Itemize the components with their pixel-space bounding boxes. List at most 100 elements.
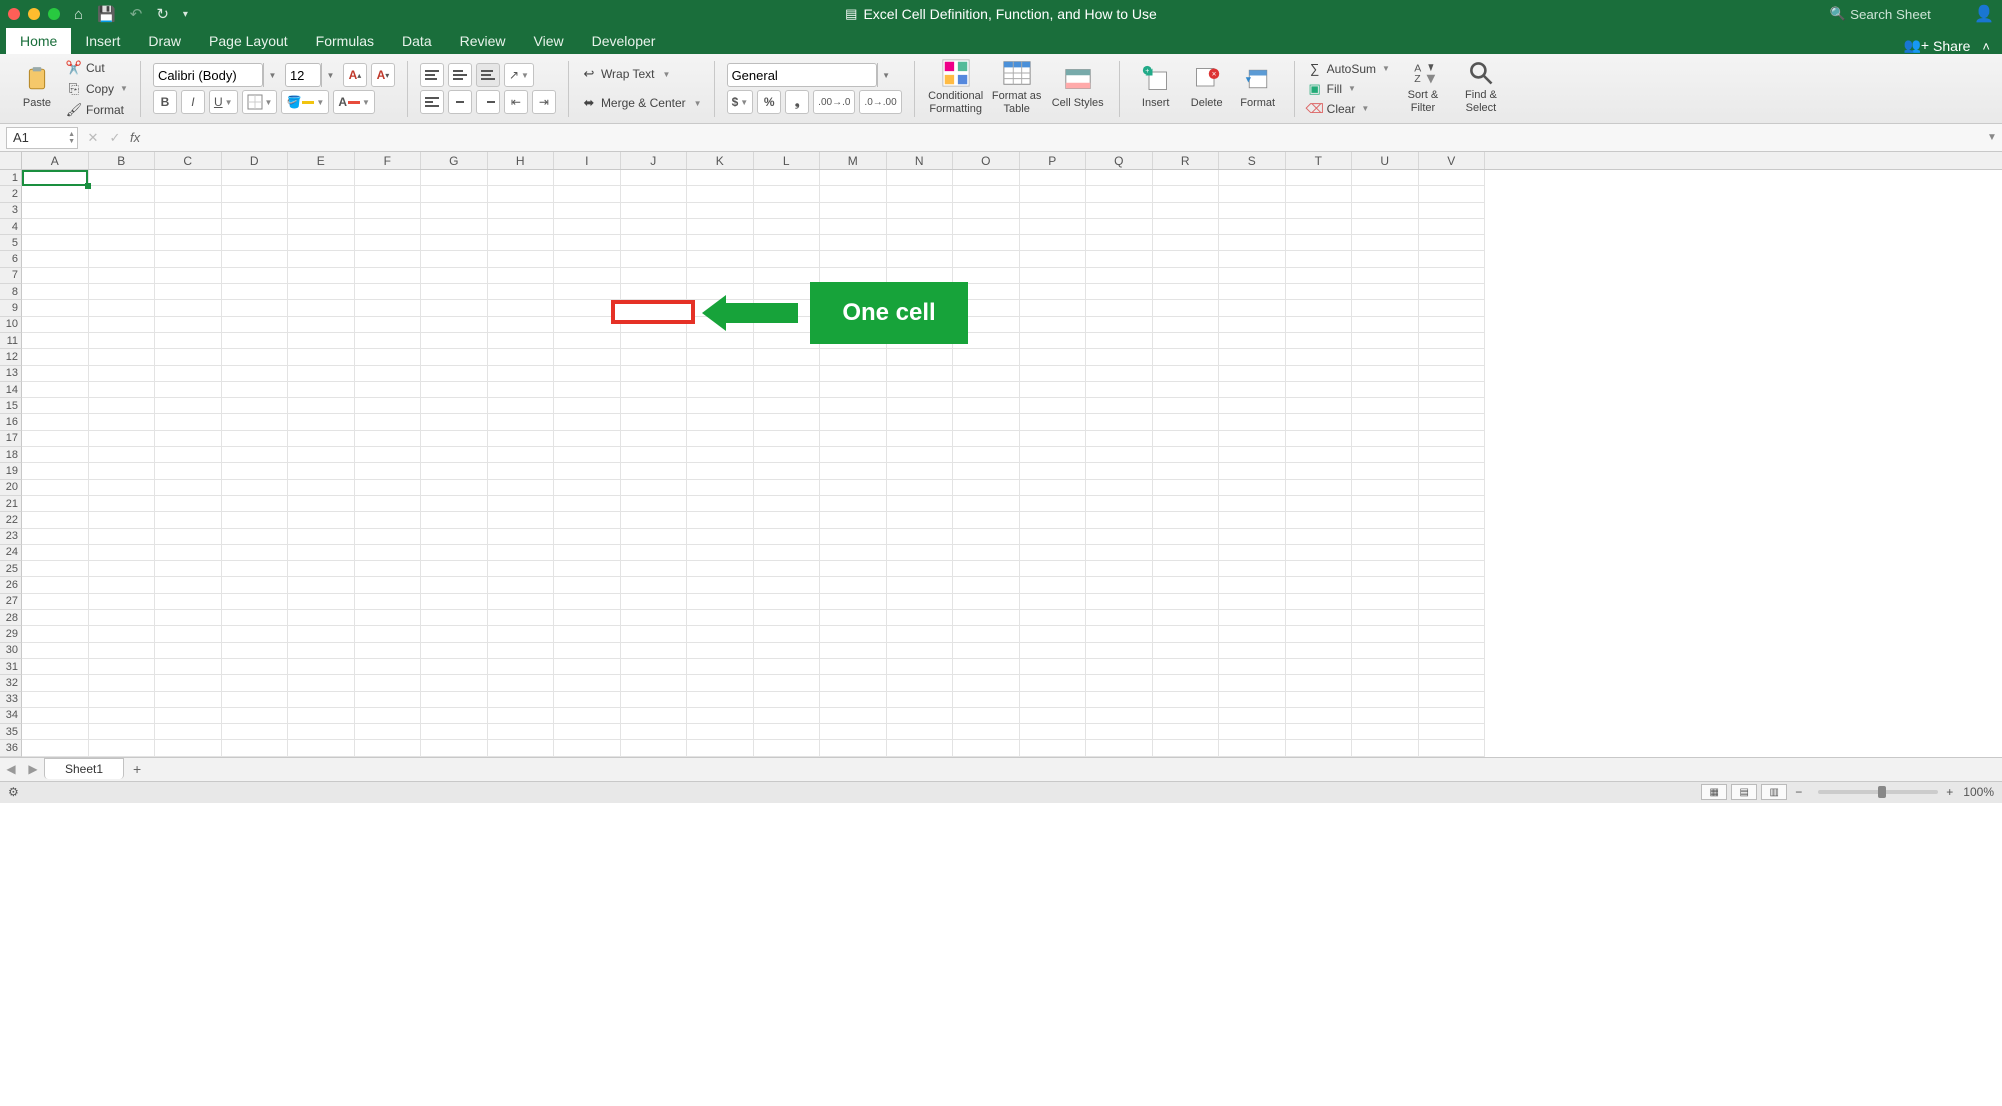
cell-styles-button[interactable]: Cell Styles [1049,59,1107,115]
cell[interactable] [953,561,1020,577]
cell[interactable] [421,643,488,659]
cell[interactable] [155,431,222,447]
cell[interactable] [820,235,887,251]
cell[interactable] [1286,692,1353,708]
cell[interactable] [1352,626,1419,642]
cell[interactable] [288,496,355,512]
cell[interactable] [155,398,222,414]
cell[interactable] [155,643,222,659]
cell[interactable] [288,235,355,251]
cell[interactable] [421,219,488,235]
cell[interactable] [887,349,954,365]
cell[interactable] [621,366,688,382]
cell[interactable] [1352,675,1419,691]
row-header[interactable]: 18 [0,447,22,463]
cell[interactable] [155,251,222,267]
cell[interactable] [155,463,222,479]
cell[interactable] [488,512,555,528]
paste-button[interactable]: Paste [14,59,60,115]
cell[interactable] [621,675,688,691]
cell[interactable] [621,431,688,447]
cell[interactable] [488,675,555,691]
cell[interactable] [1086,626,1153,642]
cell[interactable] [1352,740,1419,756]
cell[interactable] [1153,659,1220,675]
cell[interactable] [887,219,954,235]
cell[interactable] [554,480,621,496]
cell[interactable] [754,170,821,186]
cell[interactable] [953,431,1020,447]
cell[interactable] [1086,219,1153,235]
row-header[interactable]: 29 [0,626,22,642]
cell[interactable] [222,626,289,642]
cell[interactable] [1153,708,1220,724]
cell[interactable] [222,577,289,593]
cell[interactable] [1086,186,1153,202]
cell[interactable] [1419,170,1486,186]
cell[interactable] [22,219,89,235]
cell[interactable] [621,203,688,219]
cell[interactable] [1020,610,1087,626]
cell[interactable] [288,643,355,659]
cell[interactable] [1286,382,1353,398]
cell[interactable] [754,512,821,528]
cell[interactable] [355,284,422,300]
cell[interactable] [754,431,821,447]
cell[interactable] [1286,675,1353,691]
cell[interactable] [222,317,289,333]
cell[interactable] [1020,480,1087,496]
row-header[interactable]: 14 [0,382,22,398]
cell[interactable] [155,740,222,756]
cell[interactable] [89,708,156,724]
cell[interactable] [288,692,355,708]
cell[interactable] [953,643,1020,659]
collapse-ribbon-button[interactable]: ˄ [1976,39,1996,54]
cell[interactable] [421,577,488,593]
cell[interactable] [887,186,954,202]
cell[interactable] [687,626,754,642]
cell[interactable] [1286,610,1353,626]
cell[interactable] [1020,219,1087,235]
cell[interactable] [1286,203,1353,219]
cell[interactable] [288,203,355,219]
cell[interactable] [1153,268,1220,284]
cell[interactable] [155,529,222,545]
cell[interactable] [1219,463,1286,479]
cell[interactable] [554,398,621,414]
column-header[interactable]: V [1419,152,1486,169]
cell[interactable] [421,512,488,528]
cell[interactable] [1352,594,1419,610]
cell[interactable] [1419,675,1486,691]
cell[interactable] [1219,447,1286,463]
cell[interactable] [621,577,688,593]
cell[interactable] [621,235,688,251]
cell[interactable] [554,545,621,561]
cell[interactable] [155,610,222,626]
cell[interactable] [155,577,222,593]
cell[interactable] [288,561,355,577]
cell[interactable] [1020,496,1087,512]
cell[interactable] [953,447,1020,463]
cell[interactable] [820,170,887,186]
cell[interactable] [1153,512,1220,528]
cell[interactable] [1153,529,1220,545]
cell[interactable] [222,480,289,496]
cell[interactable] [1086,170,1153,186]
cell[interactable] [687,577,754,593]
cell[interactable] [1352,480,1419,496]
cell[interactable] [887,529,954,545]
cell[interactable] [288,398,355,414]
cell[interactable] [89,463,156,479]
cell[interactable] [887,643,954,659]
row-header[interactable]: 30 [0,643,22,659]
cell[interactable] [820,203,887,219]
cell[interactable] [155,333,222,349]
cell[interactable] [887,577,954,593]
cell[interactable] [89,268,156,284]
cell[interactable] [1286,659,1353,675]
cell[interactable] [1286,300,1353,316]
cell[interactable] [288,366,355,382]
row-header[interactable]: 31 [0,659,22,675]
cell[interactable] [89,724,156,740]
cell[interactable] [887,398,954,414]
